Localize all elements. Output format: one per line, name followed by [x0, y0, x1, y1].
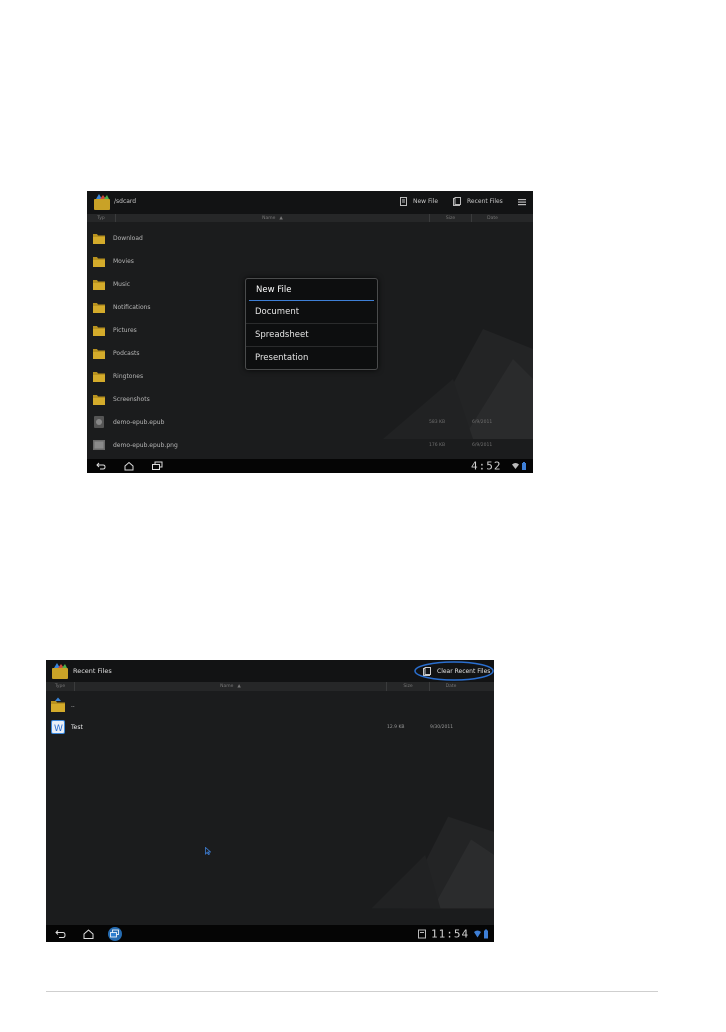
- recent-files-icon: [453, 197, 461, 206]
- image-file-icon: [93, 440, 105, 450]
- new-file-button[interactable]: New File: [400, 197, 438, 206]
- list-item[interactable]: demo-epub.epub 583 KB 6/9/2011: [87, 412, 533, 432]
- folder-icon: [93, 303, 105, 313]
- recent-files-button[interactable]: Recent Files: [453, 197, 503, 206]
- list-item[interactable]: Movies: [87, 251, 533, 271]
- column-date[interactable]: Date: [429, 682, 472, 691]
- system-bar: 11:54: [46, 925, 494, 942]
- svg-text:W: W: [54, 724, 63, 734]
- folder-icon: [93, 326, 105, 336]
- home-icon[interactable]: [124, 461, 134, 471]
- sort-arrow-icon: ▲: [237, 684, 241, 689]
- overflow-menu-icon[interactable]: [518, 198, 526, 206]
- battery-icon: [484, 929, 488, 938]
- background-leaves-graphic: [371, 816, 494, 909]
- current-path: /sdcard: [114, 198, 137, 205]
- back-icon[interactable]: [96, 462, 106, 470]
- column-date[interactable]: Date: [471, 214, 513, 222]
- new-file-label: New File: [413, 198, 439, 205]
- status-clock: 11:54: [431, 927, 470, 940]
- column-name[interactable]: Name ▲: [115, 214, 429, 222]
- back-icon[interactable]: [55, 929, 66, 938]
- dialog-title: New File: [256, 285, 292, 295]
- column-name[interactable]: Name ▲: [74, 682, 386, 691]
- page-footer-divider: [46, 991, 658, 992]
- document-file-icon: W: [51, 720, 65, 734]
- sort-arrow-icon: ▲: [279, 215, 283, 221]
- new-presentation-option[interactable]: Presentation: [246, 346, 377, 369]
- column-header-row: Type Name ▲ Size Date: [46, 682, 494, 691]
- column-size[interactable]: Size: [429, 214, 471, 222]
- epub-file-icon: [94, 416, 104, 428]
- list-item[interactable]: W Test 12.9 KB 9/30/2011: [46, 716, 494, 738]
- parent-folder-icon: [51, 697, 65, 712]
- recent-apps-icon[interactable]: [152, 461, 163, 471]
- mouse-cursor-icon: [205, 847, 211, 855]
- column-type[interactable]: Type: [46, 682, 74, 691]
- file-manager-screen: /sdcard New File Recent Files Typ Name ▲ …: [87, 191, 533, 473]
- new-file-dialog: New File Document Spreadsheet Presentati…: [245, 278, 378, 370]
- action-bar: /sdcard New File Recent Files: [87, 191, 533, 214]
- list-item[interactable]: Screenshots: [87, 389, 533, 409]
- folder-icon: [93, 349, 105, 359]
- status-clock: 4:52: [471, 459, 502, 473]
- notification-icon: [418, 929, 426, 938]
- action-bar: Recent Files Clear Recent Files: [46, 660, 494, 682]
- folder-icon: [93, 372, 105, 382]
- file-manager-app-icon[interactable]: [93, 194, 111, 211]
- list-item[interactable]: demo-epub.epub.png 176 KB 6/9/2011: [87, 435, 533, 455]
- recent-files-screen: Recent Files Clear Recent Files Type Nam…: [46, 660, 494, 942]
- recent-files-label: Recent Files: [467, 198, 503, 205]
- column-size[interactable]: Size: [386, 682, 429, 691]
- folder-icon: [93, 257, 105, 267]
- column-type[interactable]: Typ: [87, 214, 115, 222]
- screen-title: Recent Files: [73, 667, 112, 675]
- new-spreadsheet-option[interactable]: Spreadsheet: [246, 323, 377, 346]
- list-item[interactable]: Download: [87, 228, 533, 248]
- highlight-ring: [414, 661, 494, 681]
- wifi-icon: [474, 930, 481, 937]
- system-bar: 4:52: [87, 459, 533, 473]
- wifi-icon: [512, 463, 519, 469]
- list-item[interactable]: ..: [46, 694, 494, 716]
- battery-icon: [522, 462, 526, 470]
- new-document-option[interactable]: Document: [246, 301, 377, 323]
- file-manager-app-icon[interactable]: [51, 663, 69, 680]
- folder-icon: [93, 234, 105, 244]
- folder-icon: [93, 395, 105, 405]
- recent-apps-icon[interactable]: [106, 926, 124, 941]
- home-icon[interactable]: [83, 928, 94, 939]
- folder-icon: [93, 280, 105, 290]
- new-file-icon: [400, 197, 407, 206]
- column-header-row: Typ Name ▲ Size Date: [87, 214, 533, 222]
